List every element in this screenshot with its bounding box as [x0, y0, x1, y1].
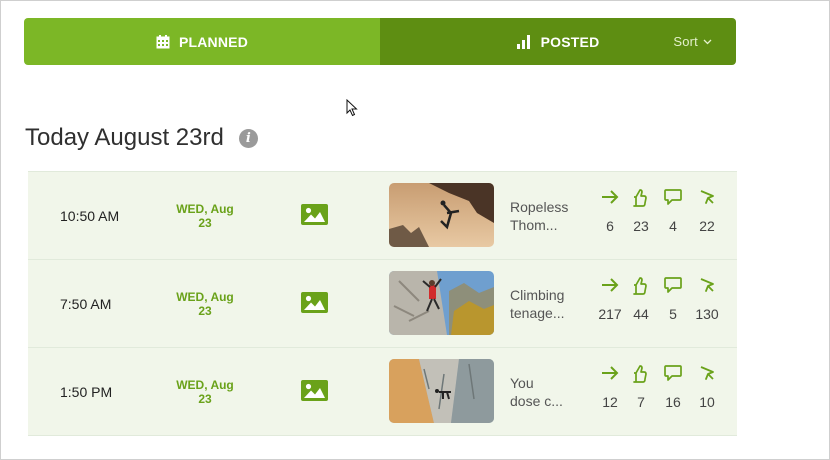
- shares-stat: 12: [594, 364, 626, 410]
- likes-stat: 23: [625, 188, 657, 234]
- share-arrow-icon[interactable]: [594, 364, 626, 384]
- post-caption-line2: Thom...: [510, 216, 558, 233]
- comment-icon[interactable]: [657, 276, 689, 296]
- post-date-line1: WED, Aug: [176, 377, 234, 392]
- post-time: 1:50 PM: [60, 383, 113, 400]
- post-date-line2: 23: [198, 303, 212, 318]
- share-arrow-icon[interactable]: [594, 188, 626, 208]
- post-row[interactable]: 1:50 PM WED, Aug 23 You dose c... 12 7 16 …: [28, 347, 737, 436]
- comments-count: 16: [665, 394, 681, 410]
- post-date: WED, Aug 23: [160, 260, 250, 347]
- post-date-line2: 23: [198, 391, 212, 406]
- likes-count: 7: [637, 394, 645, 410]
- shares-stat: 217: [594, 276, 626, 322]
- shares-count: 6: [606, 218, 614, 234]
- like-hand-icon[interactable]: [625, 364, 657, 384]
- sort-dropdown[interactable]: Sort: [673, 18, 712, 65]
- clicks-count: 22: [699, 218, 715, 234]
- likes-count: 23: [633, 218, 649, 234]
- clicks-stat: 22: [691, 188, 723, 234]
- post-caption-line2: dose c...: [510, 392, 563, 409]
- comments-count: 5: [669, 306, 677, 322]
- mouse-pointer-icon: [346, 98, 358, 122]
- sort-label: Sort: [673, 34, 698, 49]
- comment-icon[interactable]: [657, 364, 689, 384]
- tab-posted[interactable]: POSTED Sort: [380, 18, 736, 65]
- click-cursor-icon[interactable]: [691, 276, 723, 296]
- comments-stat: 16: [657, 364, 689, 410]
- post-date-line1: WED, Aug: [176, 289, 234, 304]
- comments-count: 4: [669, 218, 677, 234]
- post-date: WED, Aug 23: [160, 348, 250, 435]
- post-caption-line1: Ropeless: [510, 198, 569, 215]
- shares-count: 217: [598, 306, 622, 322]
- share-arrow-icon[interactable]: [594, 276, 626, 296]
- post-thumbnail[interactable]: [389, 271, 494, 335]
- post-caption-line1: You: [510, 374, 534, 391]
- posts-table: 10:50 AM WED, Aug 23 Ropeless Thom... 6 23…: [28, 171, 737, 436]
- image-icon[interactable]: [301, 380, 328, 406]
- clicks-count: 10: [699, 394, 715, 410]
- image-icon[interactable]: [301, 292, 328, 318]
- post-row[interactable]: 7:50 AM WED, Aug 23 Climbing tenage... 217…: [28, 259, 737, 347]
- day-heading: Today August 23rd i: [25, 124, 258, 152]
- likes-stat: 44: [625, 276, 657, 322]
- post-thumbnail[interactable]: [389, 183, 494, 247]
- likes-stat: 7: [625, 364, 657, 410]
- post-caption[interactable]: Climbing tenage...: [510, 260, 584, 347]
- image-icon[interactable]: [301, 204, 328, 230]
- post-caption[interactable]: Ropeless Thom...: [510, 172, 584, 259]
- tab-posted-label: POSTED: [540, 33, 600, 50]
- bar-chart-icon: [516, 34, 532, 49]
- post-caption-line2: tenage...: [510, 304, 565, 321]
- post-time: 10:50 AM: [60, 207, 120, 224]
- calendar-icon: [156, 34, 170, 49]
- post-date: WED, Aug 23: [160, 172, 250, 259]
- chevron-down-icon: [703, 39, 712, 44]
- post-date-line1: WED, Aug: [176, 201, 234, 216]
- comment-icon[interactable]: [657, 188, 689, 208]
- page-title: Today August 23rd: [25, 124, 224, 151]
- post-thumbnail[interactable]: [389, 359, 494, 423]
- tab-planned-label: PLANNED: [178, 33, 249, 50]
- click-cursor-icon[interactable]: [691, 364, 723, 384]
- post-caption[interactable]: You dose c...: [510, 348, 584, 435]
- like-hand-icon[interactable]: [625, 276, 657, 296]
- clicks-stat: 10: [691, 364, 723, 410]
- likes-count: 44: [633, 306, 649, 322]
- view-toggle: PLANNED POSTED Sort: [24, 18, 736, 65]
- comments-stat: 4: [657, 188, 689, 234]
- clicks-count: 130: [695, 306, 719, 322]
- click-cursor-icon[interactable]: [691, 188, 723, 208]
- shares-count: 12: [602, 394, 618, 410]
- comments-stat: 5: [657, 276, 689, 322]
- tab-planned[interactable]: PLANNED: [24, 18, 380, 65]
- like-hand-icon[interactable]: [625, 188, 657, 208]
- info-icon[interactable]: i: [238, 128, 258, 148]
- shares-stat: 6: [594, 188, 626, 234]
- post-time: 7:50 AM: [60, 295, 112, 312]
- post-caption-line1: Climbing: [510, 286, 565, 303]
- clicks-stat: 130: [691, 276, 723, 322]
- post-date-line2: 23: [198, 215, 212, 230]
- post-row[interactable]: 10:50 AM WED, Aug 23 Ropeless Thom... 6 23…: [28, 171, 737, 259]
